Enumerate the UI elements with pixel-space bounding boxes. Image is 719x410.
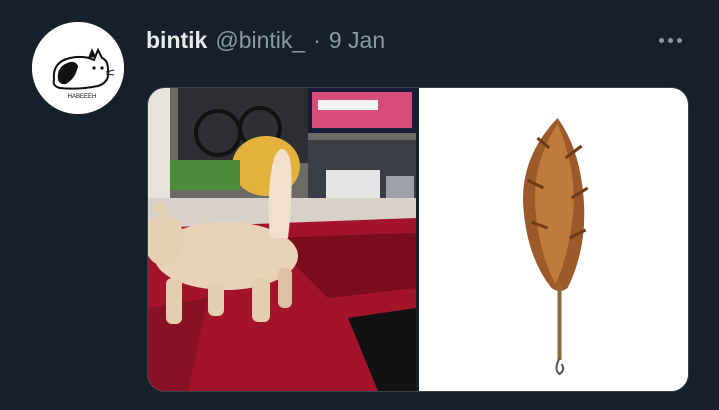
separator-dot: · bbox=[313, 27, 321, 53]
more-dot bbox=[676, 37, 682, 43]
tweet-header: bintik @bintik_ · 9 Jan bbox=[146, 27, 385, 57]
more-dot bbox=[667, 37, 673, 43]
author-handle[interactable]: @bintik_ bbox=[215, 27, 305, 54]
feather-duster-illustration bbox=[419, 88, 688, 391]
tweet-date[interactable]: 9 Jan bbox=[329, 27, 385, 54]
more-horizontal-icon[interactable] bbox=[650, 28, 690, 52]
author-name[interactable]: bintik bbox=[146, 27, 207, 54]
avatar-lettering: HABEEEH bbox=[68, 94, 97, 100]
photo-cat-on-red-rug[interactable] bbox=[148, 88, 416, 391]
avatar[interactable]: HABEEEH bbox=[32, 22, 124, 114]
photo-feather-duster[interactable] bbox=[419, 88, 688, 391]
more-dot bbox=[658, 37, 664, 43]
cat-photo-illustration bbox=[148, 88, 416, 391]
avatar-cat-drawing: HABEEEH bbox=[32, 22, 124, 114]
tweet-media bbox=[147, 87, 689, 392]
